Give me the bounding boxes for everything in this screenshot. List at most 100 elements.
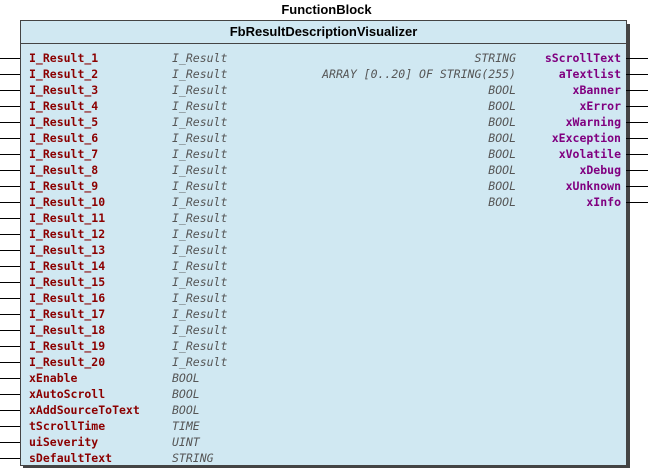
output-pin-line bbox=[626, 90, 648, 91]
input-port-name: I_Result_9 bbox=[29, 179, 99, 193]
input-pin-line bbox=[0, 410, 20, 411]
input-pin-line bbox=[0, 458, 20, 459]
input-pin-line bbox=[0, 234, 20, 235]
output-port-name: xException bbox=[551, 131, 621, 145]
input-port-name: I_Result_18 bbox=[29, 323, 106, 337]
input-port-name: I_Result_3 bbox=[29, 83, 99, 97]
input-pin-line bbox=[0, 314, 20, 315]
function-block: FbResultDescriptionVisualizer I_Result_1… bbox=[20, 20, 627, 466]
input-port-name: I_Result_17 bbox=[29, 307, 106, 321]
output-port-type: BOOL bbox=[488, 147, 516, 161]
output-port-name: xVolatile bbox=[558, 147, 621, 161]
input-port-type: TIME bbox=[172, 419, 200, 433]
input-pin-line bbox=[0, 106, 20, 107]
input-port-name: xAutoScroll bbox=[29, 387, 106, 401]
input-port-name: I_Result_11 bbox=[29, 211, 106, 225]
input-pin-line bbox=[0, 378, 20, 379]
input-pin-line bbox=[0, 394, 20, 395]
input-port-type: I_Result bbox=[172, 83, 228, 97]
input-port-type: I_Result bbox=[172, 227, 228, 241]
output-pin-line bbox=[626, 186, 648, 187]
output-port-name: xUnknown bbox=[565, 179, 621, 193]
input-pin-line bbox=[0, 250, 20, 251]
output-port-type: BOOL bbox=[488, 83, 516, 97]
input-pin-line bbox=[0, 330, 20, 331]
input-port-name: I_Result_6 bbox=[29, 131, 99, 145]
input-port-name: I_Result_7 bbox=[29, 147, 99, 161]
input-port-type: BOOL bbox=[172, 403, 200, 417]
input-port-type: I_Result bbox=[172, 131, 228, 145]
input-port-type: I_Result bbox=[172, 179, 228, 193]
input-pin-line bbox=[0, 74, 20, 75]
input-port-name: I_Result_5 bbox=[29, 115, 99, 129]
input-port-name: I_Result_2 bbox=[29, 67, 99, 81]
input-port-name: sDefaultText bbox=[29, 451, 113, 465]
input-port-name: I_Result_1 bbox=[29, 51, 99, 65]
input-port-type: I_Result bbox=[172, 323, 228, 337]
output-pin-line bbox=[626, 202, 648, 203]
output-port-type: ARRAY [0..20] OF STRING(255) bbox=[322, 67, 516, 81]
output-port-name: xInfo bbox=[586, 195, 621, 209]
output-pin-line bbox=[626, 170, 648, 171]
input-port-type: I_Result bbox=[172, 211, 228, 225]
input-pin-line bbox=[0, 202, 20, 203]
input-pin-line bbox=[0, 58, 20, 59]
output-pin-line bbox=[626, 154, 648, 155]
input-port-type: I_Result bbox=[172, 51, 228, 65]
input-port-type: I_Result bbox=[172, 147, 228, 161]
input-port-name: I_Result_16 bbox=[29, 291, 106, 305]
input-port-name: I_Result_12 bbox=[29, 227, 106, 241]
input-port-name: I_Result_10 bbox=[29, 195, 106, 209]
input-port-name: I_Result_8 bbox=[29, 163, 99, 177]
input-port-type: I_Result bbox=[172, 307, 228, 321]
input-port-type: STRING bbox=[172, 451, 214, 465]
input-pin-line bbox=[0, 346, 20, 347]
input-pin-line bbox=[0, 138, 20, 139]
output-port-type: BOOL bbox=[488, 99, 516, 113]
input-port-name: tScrollTime bbox=[29, 419, 106, 433]
output-pin-line bbox=[626, 58, 648, 59]
input-port-name: xAddSourceToText bbox=[29, 403, 140, 417]
input-port-name: I_Result_13 bbox=[29, 243, 106, 257]
input-port-type: I_Result bbox=[172, 195, 228, 209]
output-pin-line bbox=[626, 74, 648, 75]
input-port-type: I_Result bbox=[172, 163, 228, 177]
input-pin-line bbox=[0, 426, 20, 427]
input-port-type: I_Result bbox=[172, 275, 228, 289]
input-port-type: BOOL bbox=[172, 371, 200, 385]
input-port-type: I_Result bbox=[172, 355, 228, 369]
input-port-name: I_Result_19 bbox=[29, 339, 106, 353]
input-port-name: I_Result_14 bbox=[29, 259, 106, 273]
input-port-type: I_Result bbox=[172, 339, 228, 353]
input-pin-line bbox=[0, 170, 20, 171]
output-port-name: aTextlist bbox=[558, 67, 621, 81]
input-pin-line bbox=[0, 362, 20, 363]
block-name: FbResultDescriptionVisualizer bbox=[229, 24, 418, 39]
input-pin-line bbox=[0, 298, 20, 299]
output-pin-line bbox=[626, 106, 648, 107]
output-port-name: xWarning bbox=[565, 115, 621, 129]
input-port-type: I_Result bbox=[172, 291, 228, 305]
input-pin-line bbox=[0, 122, 20, 123]
output-pin-line bbox=[626, 122, 648, 123]
input-pin-line bbox=[0, 90, 20, 91]
input-port-type: BOOL bbox=[172, 387, 200, 401]
output-port-type: BOOL bbox=[488, 131, 516, 145]
input-port-type: I_Result bbox=[172, 259, 228, 273]
input-pin-line bbox=[0, 266, 20, 267]
input-pin-line bbox=[0, 154, 20, 155]
input-port-type: I_Result bbox=[172, 99, 228, 113]
diagram-title: FunctionBlock bbox=[281, 2, 372, 17]
input-port-name: I_Result_20 bbox=[29, 355, 106, 369]
input-port-type: UINT bbox=[172, 435, 200, 449]
block-header-divider bbox=[21, 43, 626, 44]
output-port-name: xDebug bbox=[579, 163, 621, 177]
input-pin-line bbox=[0, 218, 20, 219]
output-port-type: BOOL bbox=[488, 179, 516, 193]
output-port-name: xBanner bbox=[572, 83, 621, 97]
output-port-type: STRING bbox=[474, 51, 516, 65]
output-port-type: BOOL bbox=[488, 195, 516, 209]
output-pin-line bbox=[626, 138, 648, 139]
input-port-name: uiSeverity bbox=[29, 435, 99, 449]
input-pin-line bbox=[0, 282, 20, 283]
